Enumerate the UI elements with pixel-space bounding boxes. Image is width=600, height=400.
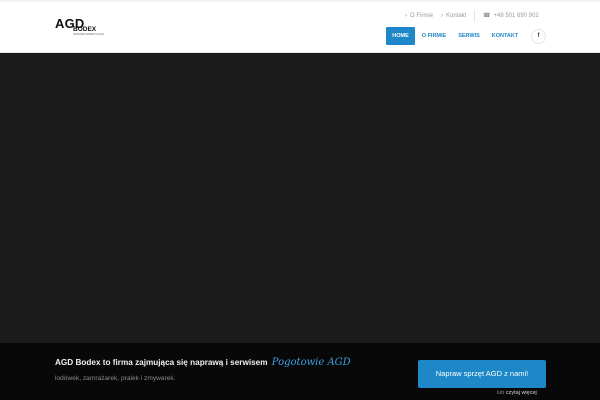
callout-headline: AGD Bodex to firma zajmująca się naprawą… (55, 358, 351, 368)
site-header: AGD BODEX NAPRAWA SPRZĘTU AGD › O Firmie … (0, 0, 600, 53)
read-more-prefix: lub (497, 390, 505, 396)
top-link-label: O Firmie (410, 13, 433, 19)
phone-icon: ☎ (483, 13, 491, 19)
phone-info[interactable]: ☎ +48 501 690 902 (483, 12, 539, 20)
nav-o-firmie[interactable]: O FIRMIE (418, 27, 450, 45)
logo-sub-text: BODEX (73, 26, 97, 33)
nav-serwis[interactable]: SERWIS (455, 27, 483, 45)
hero-area (0, 53, 600, 343)
callout-headline-text: AGD Bodex to firma zajmująca się naprawą… (55, 358, 268, 367)
facebook-icon[interactable]: f (531, 29, 546, 44)
top-divider (474, 10, 475, 22)
logo-tagline: NAPRAWA SPRZĘTU AGD (73, 33, 104, 36)
chevron-right-icon: › (405, 13, 407, 19)
callout-headline-accent: Pogotowie AGD (271, 357, 351, 368)
phone-number: +48 501 690 902 (493, 13, 539, 19)
cta-button[interactable]: Napraw sprzęt AGD z nami! (418, 360, 546, 388)
chevron-right-icon: › (441, 13, 443, 19)
read-more-link[interactable]: czytaj więcej (506, 390, 537, 396)
logo[interactable]: AGD BODEX NAPRAWA SPRZĘTU AGD (55, 17, 107, 45)
nav-home[interactable]: HOME (386, 27, 415, 45)
callout-subtext: lodówek, zamrażarek, pralek i zmywarek. (55, 375, 176, 382)
top-link-label: Kontakt (446, 13, 467, 19)
top-link-kontakt[interactable]: › Kontakt (441, 12, 466, 20)
read-more: lub czytaj więcej (497, 389, 537, 397)
header-top-line (0, 0, 600, 2)
nav-kontakt[interactable]: KONTAKT (488, 27, 522, 45)
top-link-o-firmie[interactable]: › O Firmie (405, 12, 433, 20)
